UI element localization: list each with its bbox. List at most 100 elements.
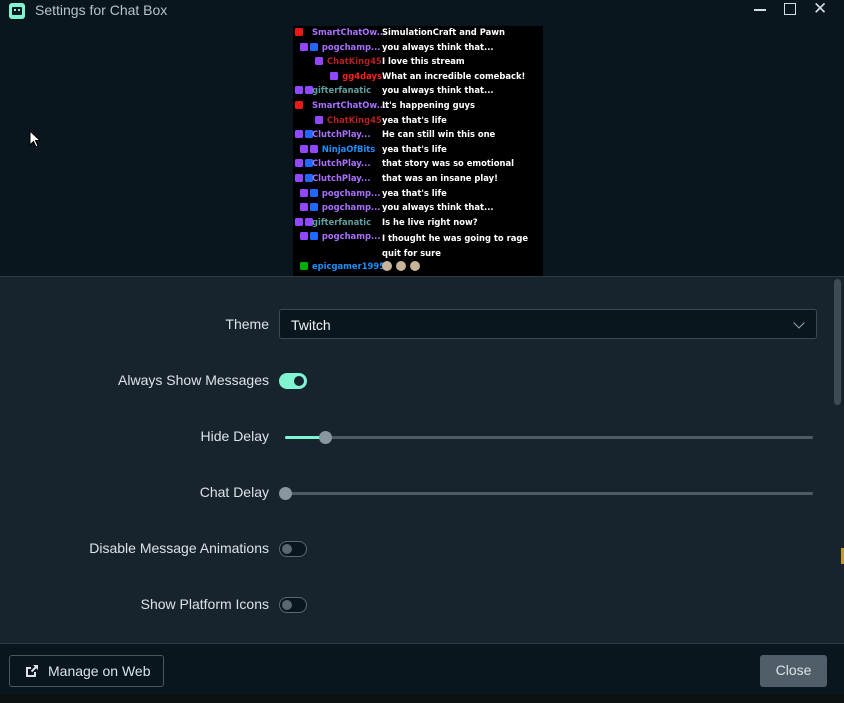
chat-message-text: that story was so emotional [382,158,515,169]
chat-badges [315,57,325,67]
purple-badge-icon [315,57,323,66]
streamlabs-app-icon [9,3,25,19]
chat-message-text: He can still win this one [382,129,496,140]
chat-message-row: gg4days What an incredible comeback! [293,70,543,85]
blue-badge-icon [309,232,318,241]
minimize-button[interactable] [745,0,775,20]
chat-message-row: epicgamer1995 [293,260,543,275]
chat-delay-label: Chat Delay [199,484,269,500]
chat-badges [299,232,320,242]
purple-badge-icon [299,144,308,153]
close-button-label: Close [775,662,812,678]
chat-message-row: ChatKing45 yea that's life [293,114,543,129]
purple-badge-icon [295,86,303,95]
hide-delay-slider[interactable] [285,431,813,444]
chat-username: NinjaOfBits [321,143,376,154]
emote-icon [396,261,406,272]
chat-username: ClutchPlay... [312,173,371,183]
purple-badge-icon [330,71,339,80]
toggle-knob [282,599,292,610]
chat-message-text: yea that's life [382,114,447,125]
chat-message-row: pogchamp... yea that's life [293,187,543,202]
purple-badge-icon [295,217,303,226]
maximize-button[interactable] [775,0,805,20]
blue-badge-icon [309,42,318,51]
external-link-icon [26,665,38,677]
chat-badges [299,261,310,272]
chat-message-text: yea that's life [382,143,447,154]
show-platform-icons-toggle[interactable] [279,597,307,613]
window-title: Settings for Chat Box [35,2,168,18]
window-bottom-edge [0,695,844,703]
purple-badge-icon [295,159,303,168]
purple-badge-icon [295,130,303,139]
chat-delay-slider-thumb[interactable] [279,487,292,500]
emote-icon [410,261,420,272]
chat-username: gg4days [342,70,382,81]
chat-message-row: gifterfanatic Is he live right now? [293,216,543,231]
chat-box-preview: SmartChatOw... SimulationCraft and Pawn po… [293,26,543,276]
close-button[interactable]: Close [760,655,827,687]
chat-username: pogchamp... [321,41,381,52]
show-platform-icons-label: Show Platform Icons [140,596,269,612]
chat-username: ChatKing45 [327,114,382,125]
close-window-button[interactable]: ✕ [805,0,835,20]
chat-message-text: It's happening guys [382,100,475,110]
manage-on-web-button[interactable]: Manage on Web [9,655,164,687]
chevron-down-icon [793,317,805,329]
maximize-icon [784,3,796,15]
title-bar: Settings for Chat Box ✕ [0,0,844,22]
chat-badges [299,203,320,213]
red-badge-icon [295,28,303,36]
chat-badges [299,144,320,155]
red-badge-icon [295,101,303,109]
chat-username: SmartChatOw... [312,100,387,110]
dialog-footer: Manage on Web Close [0,643,844,696]
chat-message-row: SmartChatOw... It's happening guys [293,99,543,114]
chat-username: pogchamp... [321,231,381,242]
chat-delay-slider[interactable] [279,487,813,500]
blue-badge-icon [309,203,318,212]
chat-badges [299,188,320,199]
chat-username: pogchamp... [321,202,381,213]
purple-badge-icon [309,144,318,153]
chat-username: ChatKing45 [327,56,382,67]
chat-message-text: SimulationCraft and Pawn [382,27,505,37]
theme-label: Theme [225,316,269,332]
chat-username: epicgamer1995 [312,260,386,271]
chat-message-text: What an incredible comeback! [382,70,526,81]
chat-message-text: you always think that... [382,85,494,96]
chat-message-row: NinjaOfBits yea that's life [293,143,543,158]
chat-message-text: yea that's life [382,187,447,198]
minimize-icon [754,9,766,11]
chat-preview-area: SmartChatOw... SimulationCraft and Pawn po… [0,22,844,277]
chat-message-text: you always think that... [382,41,494,52]
always-show-messages-toggle[interactable] [279,373,307,389]
chat-badges [315,115,325,126]
chat-message-row: ClutchPlay... that was an insane play! [293,172,543,187]
chat-username: pogchamp... [321,187,381,198]
toggle-knob [294,376,304,386]
purple-badge-icon [299,188,308,197]
purple-badge-icon [299,232,308,241]
purple-badge-icon [315,115,323,124]
green-badge-icon [299,261,308,270]
chat-message-text: Is he live right now? [382,216,478,227]
purple-badge-icon [295,174,303,182]
settings-scrollbar[interactable] [834,279,841,405]
chat-message-row: ChatKing45 I love this stream [293,55,543,70]
chat-badges [330,71,340,82]
chat-badges [295,101,305,111]
chat-message-row: pogchamp... you always think that... [293,201,543,216]
chat-message-row: pogchamp... you always think that... [293,41,543,56]
chat-badges [295,28,305,38]
chat-username: ClutchPlay... [312,129,371,140]
chat-username: SmartChatOw... [312,27,387,37]
disable-message-animations-toggle[interactable] [279,541,307,557]
purple-badge-icon [299,203,308,212]
chat-message-text [382,261,424,272]
chat-message-row: SmartChatOw... SimulationCraft and Pawn [293,26,543,41]
chat-message-text: that was an insane play! [382,173,498,183]
close-icon: ✕ [813,0,828,18]
theme-select[interactable]: Twitch [279,309,817,339]
